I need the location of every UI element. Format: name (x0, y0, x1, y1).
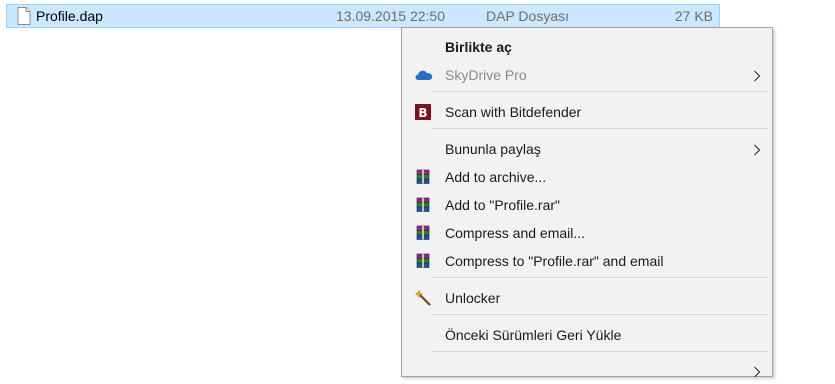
menu-item-label: Birlikte aç (445, 39, 512, 55)
svg-text:B: B (418, 106, 427, 120)
menu-item-partial[interactable] (404, 358, 770, 384)
file-type: DAP Dosyası (486, 8, 569, 24)
menu-item-compress-rar-and-email[interactable]: Compress to "Profile.rar" and email (404, 248, 770, 274)
menu-separator (432, 91, 768, 92)
magic-wand-icon (414, 289, 431, 306)
menu-item-add-to-archive[interactable]: Add to archive... (404, 164, 770, 190)
menu-item-label: SkyDrive Pro (445, 67, 527, 83)
chevron-right-icon (753, 69, 761, 82)
document-icon (14, 6, 34, 26)
menu-item-label: Scan with Bitdefender (445, 104, 582, 120)
winrar-icon (415, 225, 431, 241)
menu-separator (432, 351, 768, 352)
menu-item-scan-bitdefender[interactable]: B Scan with Bitdefender (404, 99, 770, 125)
winrar-icon (415, 169, 431, 185)
menu-item-compress-and-email[interactable]: Compress and email... (404, 220, 770, 246)
file-name: Profile.dap (36, 8, 103, 24)
file-date-modified: 13.09.2015 22:50 (336, 8, 445, 24)
menu-item-label: Bununla paylaş (445, 141, 541, 157)
chevron-right-icon (753, 143, 761, 156)
context-menu: Birlikte aç SkyDrive Pro B Scan with Bit… (401, 27, 773, 378)
menu-item-add-to-rar[interactable]: Add to "Profile.rar" (404, 192, 770, 218)
menu-item-label: Add to archive... (445, 169, 547, 185)
menu-separator (432, 314, 768, 315)
menu-item-unlocker[interactable]: Unlocker (404, 285, 770, 311)
menu-separator (432, 277, 768, 278)
winrar-icon (415, 197, 431, 213)
menu-item-label: Compress to "Profile.rar" and email (445, 253, 664, 269)
menu-item-restore-previous-versions[interactable]: Önceki Sürümleri Geri Yükle (404, 322, 770, 348)
menu-item-skydrive-pro[interactable]: SkyDrive Pro (404, 62, 770, 88)
file-row-profile[interactable]: Profile.dap 13.09.2015 22:50 DAP Dosyası… (6, 4, 720, 28)
skydrive-cloud-icon (415, 67, 433, 83)
menu-item-label: Unlocker (445, 290, 501, 306)
menu-item-open-with[interactable]: Birlikte aç (404, 34, 770, 60)
chevron-right-icon (753, 365, 761, 378)
menu-item-share-with[interactable]: Bununla paylaş (404, 136, 770, 162)
file-size: 27 KB (674, 8, 713, 24)
winrar-icon (415, 253, 431, 269)
menu-item-label: Compress and email... (445, 225, 586, 241)
bitdefender-icon: B (415, 104, 431, 120)
menu-item-label: Add to "Profile.rar" (445, 197, 560, 213)
menu-item-label: Önceki Sürümleri Geri Yükle (445, 327, 622, 343)
menu-separator (432, 128, 768, 129)
